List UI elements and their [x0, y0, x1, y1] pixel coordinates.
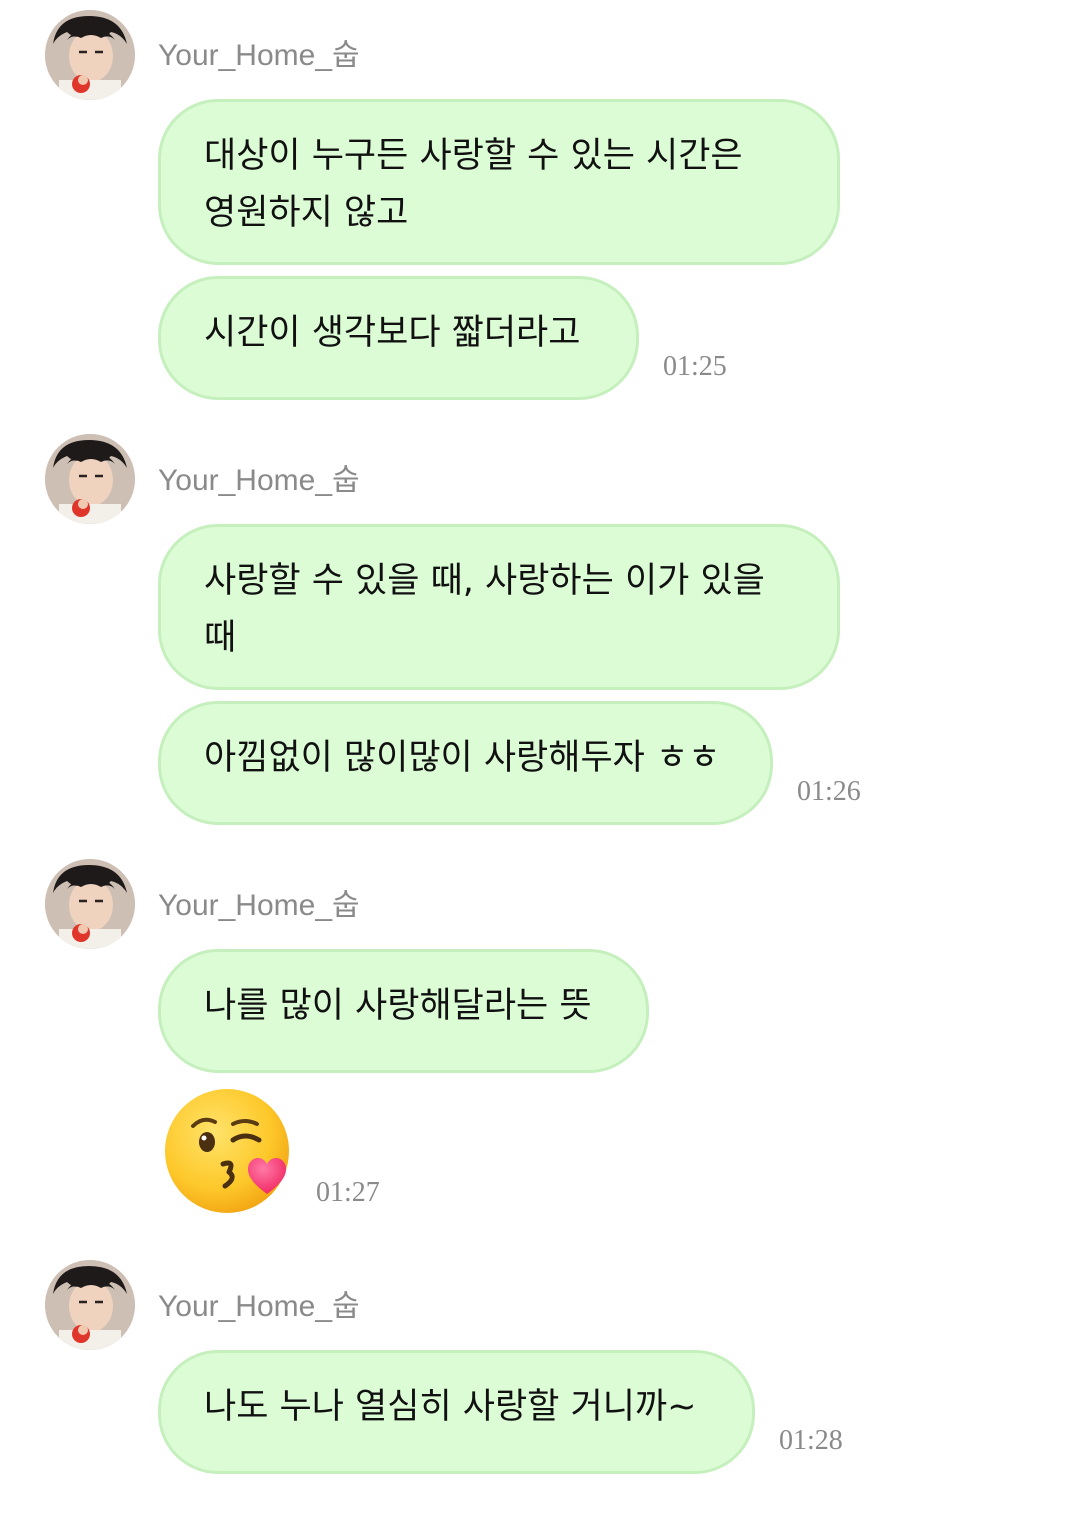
message-timestamp: 01:25: [663, 351, 727, 382]
message-bubble[interactable]: 시간이 생각보다 짧더라고: [158, 276, 639, 400]
message-timestamp: 01:28: [779, 1425, 843, 1456]
profile-photo-icon: [45, 434, 135, 524]
avatar[interactable]: [45, 10, 135, 100]
avatar[interactable]: [45, 859, 135, 949]
sender-name: Your_Home_숩: [158, 1290, 360, 1323]
message-bubble[interactable]: 아낌없이 많이많이 사랑해두자 ㅎㅎ: [158, 701, 773, 825]
sender-name: Your_Home_숩: [158, 39, 360, 72]
profile-photo-icon: [45, 1260, 135, 1350]
message-bubble[interactable]: 나를 많이 사랑해달라는 뜻: [158, 949, 649, 1073]
message-bubble[interactable]: 대상이 누구든 사랑할 수 있는 시간은 영원하지 않고: [158, 99, 840, 265]
message-timestamp: 01:26: [797, 776, 861, 807]
message-bubble[interactable]: 사랑할 수 있을 때, 사랑하는 이가 있을 때: [158, 524, 840, 690]
sender-name: Your_Home_숩: [158, 464, 360, 497]
message-timestamp: 01:27: [316, 1177, 380, 1208]
sender-name: Your_Home_숩: [158, 889, 360, 922]
profile-photo-icon: [45, 859, 135, 949]
face-blowing-a-kiss-icon[interactable]: [163, 1088, 295, 1218]
profile-photo-icon: [45, 10, 135, 100]
message-bubble[interactable]: 나도 누나 열심히 사랑할 거니까~: [158, 1350, 755, 1474]
avatar[interactable]: [45, 1260, 135, 1350]
avatar[interactable]: [45, 434, 135, 524]
